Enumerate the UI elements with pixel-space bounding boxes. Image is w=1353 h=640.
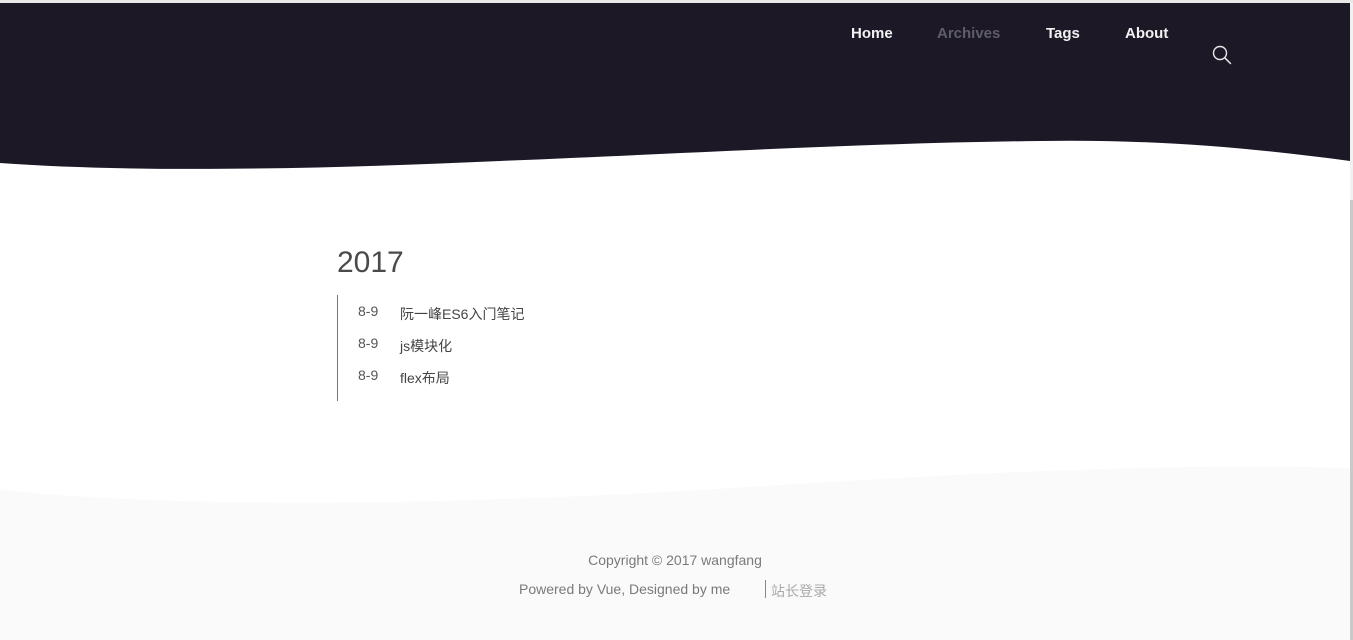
search-icon[interactable]: [1211, 44, 1233, 66]
post-date: 8-9: [358, 335, 379, 351]
admin-login-link[interactable]: 站长登录: [771, 581, 827, 601]
footer: Copyright © 2017 wangfang Powered by Vue…: [0, 460, 1350, 640]
archive-year: 2017: [337, 246, 404, 279]
post-date: 8-9: [358, 367, 379, 383]
list-item: 8-9 js模块化: [338, 333, 738, 365]
post-title-link[interactable]: js模块化: [400, 336, 452, 356]
nav-about[interactable]: About: [1125, 25, 1168, 42]
post-title-link[interactable]: 阮一峰ES6入门笔记: [400, 304, 524, 324]
main-nav: Home Archives Tags About: [0, 25, 1350, 65]
list-item: 8-9 flex布局: [338, 365, 738, 397]
archive-section: 2017 8-9 阮一峰ES6入门笔记 8-9 js模块化 8-9 flex布局: [337, 244, 937, 401]
list-item: 8-9 阮一峰ES6入门笔记: [338, 301, 738, 333]
page: Home Archives Tags About 2017 8-9 阮一峰ES6…: [0, 0, 1353, 640]
nav-home[interactable]: Home: [851, 25, 893, 42]
nav-archives[interactable]: Archives: [937, 25, 1000, 42]
post-date: 8-9: [358, 303, 379, 319]
footer-wave: [0, 466, 1350, 640]
footer-divider: [765, 580, 766, 598]
post-list: 8-9 阮一峰ES6入门笔记 8-9 js模块化 8-9 flex布局: [337, 295, 738, 401]
powered-by-text: Powered by Vue, Designed by me: [519, 581, 731, 597]
post-title-link[interactable]: flex布局: [400, 368, 450, 388]
nav-tags[interactable]: Tags: [1046, 25, 1080, 42]
copyright-text: Copyright © 2017 wangfang: [588, 552, 762, 568]
header-banner: Home Archives Tags About: [0, 3, 1350, 183]
